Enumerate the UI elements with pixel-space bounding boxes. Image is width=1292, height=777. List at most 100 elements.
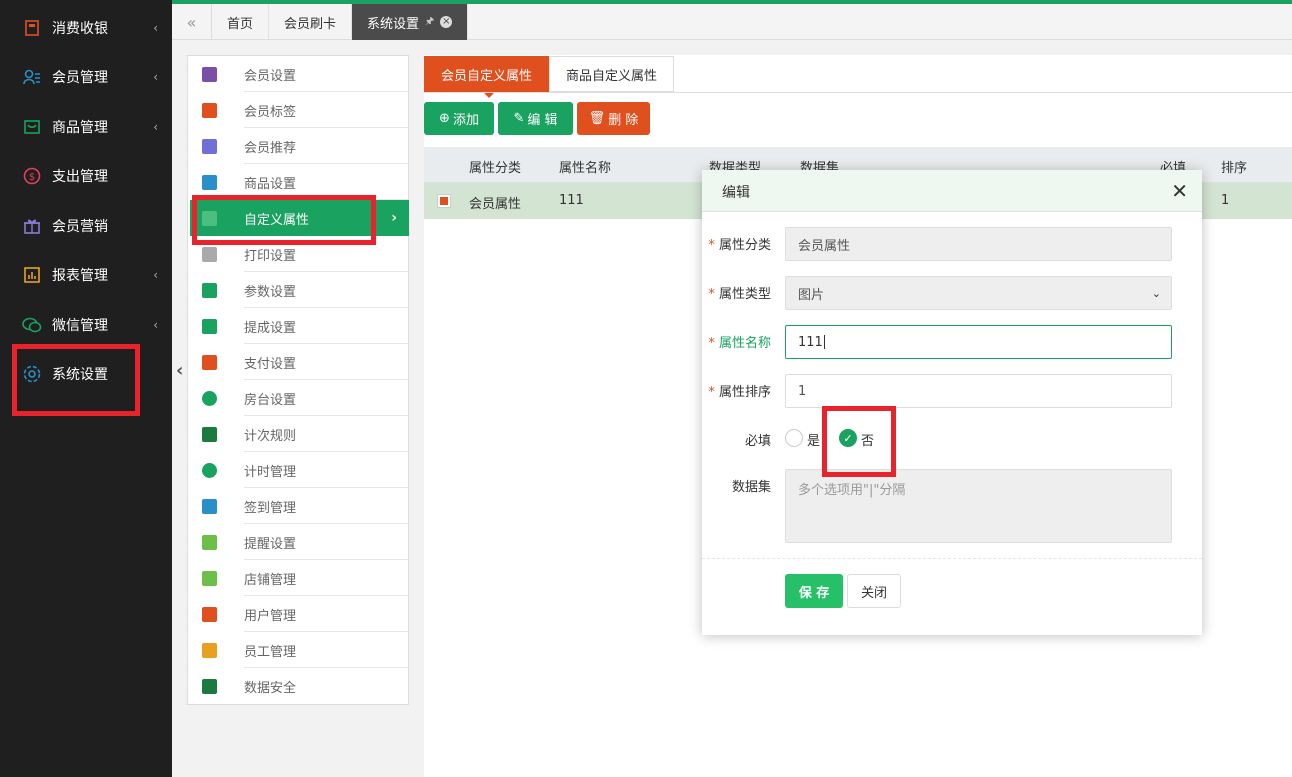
tab-label: 会员刷卡 (284, 16, 337, 32)
sidebar-item-label: 商品管理 (52, 120, 108, 136)
cell-name: 111 (559, 193, 584, 208)
row-checkbox[interactable] (437, 194, 451, 208)
settings-item-label: 签到管理 (244, 500, 297, 516)
user-icon (202, 606, 217, 622)
column-header[interactable]: 属性分类 (469, 157, 521, 176)
tab-bar: « 首页 会员刷卡 系统设置 🖈 × (172, 0, 1292, 40)
settings-item-count-rules[interactable]: 计次规则 (188, 416, 408, 452)
calendar-icon (202, 498, 217, 514)
chevron-down-icon: ⌄ (1151, 287, 1161, 300)
required-yes-radio[interactable] (785, 429, 803, 447)
referral-icon (202, 138, 217, 154)
settings-item-label: 支付设置 (244, 356, 297, 372)
bell-icon (202, 534, 217, 550)
tab-home[interactable]: 首页 (212, 4, 270, 40)
name-input[interactable]: 111 (785, 325, 1172, 359)
settings-item-tags[interactable]: 会员标签 (188, 92, 408, 128)
settings-item-label: 店铺管理 (244, 572, 297, 588)
sidebar-item-report[interactable]: 报表管理 ‹ (0, 251, 172, 299)
settings-item-label: 房台设置 (244, 392, 297, 408)
required-yes-label: 是 (807, 434, 821, 449)
clock-icon (202, 462, 217, 478)
dialog-title: 编辑 (722, 185, 750, 201)
settings-item-label: 数据安全 (244, 680, 297, 696)
printer-icon (202, 246, 217, 262)
settings-item-checkin[interactable]: 签到管理 (188, 488, 408, 524)
sidebar-item-cashier[interactable]: 消费收银 ‹ (0, 4, 172, 52)
settings-item-referral[interactable]: 会员推荐 (188, 128, 408, 164)
collapse-menu-icon[interactable]: ‹ (176, 360, 183, 381)
pin-icon[interactable]: 🖈 (425, 14, 434, 31)
attribute-tabs: 会员自定义属性 商品自定义属性 (424, 56, 675, 98)
settings-item-data-security[interactable]: 数据安全 (188, 668, 408, 704)
highlight-box-settings (12, 344, 140, 416)
category-label: * 属性分类 (708, 238, 771, 253)
highlight-box-required-no (822, 406, 896, 477)
column-header[interactable]: 排序 (1221, 157, 1247, 176)
sidebar-item-label: 消费收银 (52, 21, 108, 37)
edit-dialog: 编辑 ✕ * 属性分类 会员属性 * 属性类型 图片 ⌄ * 属性名称 111 *… (702, 170, 1202, 635)
dialog-header: 编辑 ✕ (702, 170, 1202, 212)
column-header[interactable]: 属性名称 (559, 157, 611, 176)
sidebar-item-label: 会员营销 (52, 219, 108, 235)
settings-item-params[interactable]: 参数设置 (188, 272, 408, 308)
sort-input[interactable]: 1 (785, 374, 1172, 408)
settings-item-users[interactable]: 用户管理 (188, 596, 408, 632)
sidebar-item-label: 报表管理 (52, 268, 108, 284)
cancel-button[interactable]: 关闭 (847, 574, 901, 608)
add-button[interactable]: ⊕ 添加 (424, 102, 494, 135)
sidebar-item-marketing[interactable]: 会员营销 (0, 202, 172, 250)
close-icon[interactable]: ✕ (1171, 179, 1188, 203)
gift-icon (22, 216, 42, 236)
dataset-textarea[interactable]: 多个选项用"|"分隔 (785, 469, 1172, 543)
sidebar-item-wechat[interactable]: 微信管理 ‹ (0, 301, 172, 349)
button-label: 编 辑 (527, 113, 558, 128)
settings-item-timing[interactable]: 计时管理 (188, 452, 408, 488)
cell-sort: 1 (1221, 193, 1230, 208)
settings-item-commission[interactable]: 提成设置 (188, 308, 408, 344)
close-tab-icon[interactable]: × (440, 16, 453, 28)
name-value: 111 (798, 334, 823, 350)
tab-member-card[interactable]: 会员刷卡 (269, 4, 353, 40)
type-select[interactable]: 图片 ⌄ (785, 276, 1172, 310)
tab-system-settings[interactable]: 系统设置 🖈 × (352, 4, 469, 40)
tab-label: 首页 (227, 16, 254, 32)
sidebar-item-label: 会员管理 (52, 70, 108, 86)
settings-item-reminder[interactable]: 提醒设置 (188, 524, 408, 560)
sliders-icon (202, 282, 217, 298)
sidebar-item-goods[interactable]: 商品管理 ‹ (0, 103, 172, 151)
category-value: 会员属性 (798, 238, 851, 254)
settings-item-payment[interactable]: 支付设置 (188, 344, 408, 380)
settings-item-room[interactable]: 房台设置 (188, 380, 408, 416)
settings-item-staff[interactable]: 员工管理 (188, 632, 408, 668)
settings-item-member[interactable]: 会员设置 (188, 56, 408, 92)
settings-item-label: 会员推荐 (244, 140, 297, 156)
cashier-icon (22, 18, 42, 38)
edit-button[interactable]: ✎ 编 辑 (498, 102, 573, 135)
save-button[interactable]: 保 存 (785, 574, 843, 608)
tools-icon (202, 174, 217, 190)
sort-value: 1 (798, 383, 807, 399)
sidebar-item-expense[interactable]: $ 支出管理 (0, 152, 172, 200)
tab-goods-attributes[interactable]: 商品自定义属性 (549, 56, 675, 92)
settings-item-label: 提成设置 (244, 320, 297, 336)
tag-icon (202, 102, 217, 118)
chevron-left-icon: ‹ (153, 120, 158, 134)
dataset-label: 数据集 (731, 480, 771, 495)
settings-item-label: 会员设置 (244, 68, 297, 84)
sidebar-item-member[interactable]: 会员管理 ‹ (0, 53, 172, 101)
staff-icon (202, 642, 217, 658)
member-settings-icon (202, 66, 217, 82)
settings-item-label: 用户管理 (244, 608, 297, 624)
tab-member-attributes[interactable]: 会员自定义属性 (424, 56, 550, 98)
chevron-left-icon: ‹ (153, 318, 158, 332)
store-icon (202, 570, 217, 586)
tab-label: 系统设置 (367, 16, 420, 32)
delete-button[interactable]: 🗑 删 除 (577, 102, 650, 135)
settings-item-label: 商品设置 (244, 176, 297, 192)
required-label: 必填 (744, 434, 771, 449)
name-label: * 属性名称 (708, 336, 771, 351)
settings-item-store[interactable]: 店铺管理 (188, 560, 408, 596)
settings-item-label: 提醒设置 (244, 536, 297, 552)
collapse-tabs-icon[interactable]: « (172, 4, 212, 40)
